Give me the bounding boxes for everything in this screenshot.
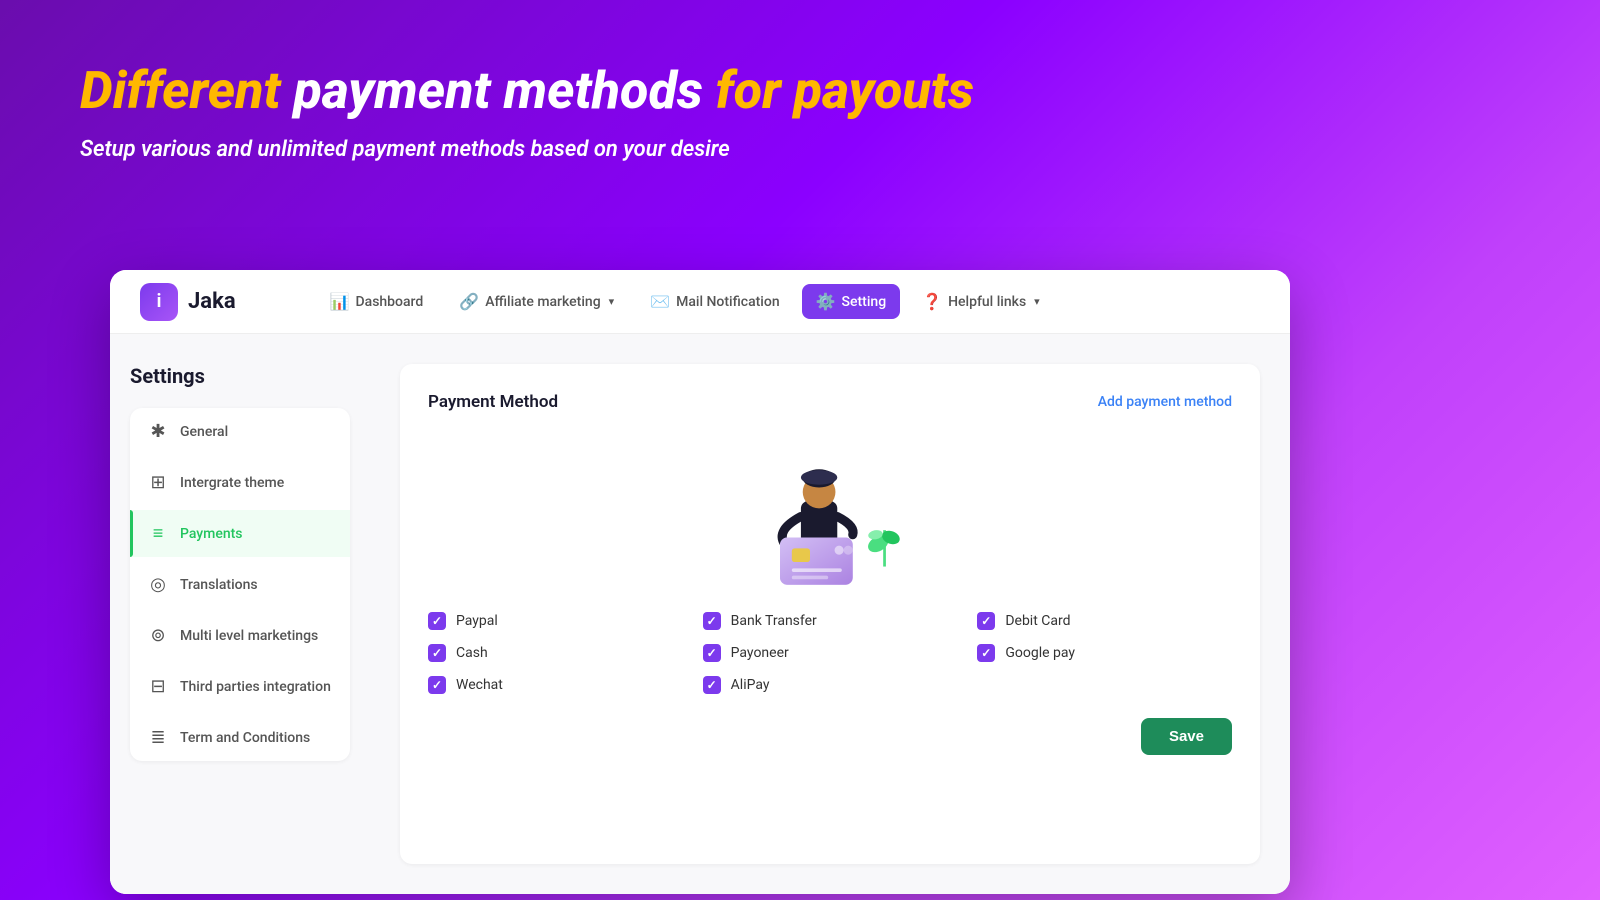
nav-label-helpful: Helpful links — [948, 294, 1026, 310]
checkbox-paypal[interactable] — [428, 612, 446, 630]
logo-icon: i — [140, 283, 178, 321]
sidebar-item-general[interactable]: ✱ General — [130, 408, 350, 455]
payment-item-alipay[interactable]: AliPay — [703, 676, 958, 694]
content-area: Settings ✱ General ⊞ Intergrate theme ≡ … — [110, 334, 1290, 894]
panel-title: Payment Method — [428, 392, 558, 412]
checkbox-googlepay[interactable] — [977, 644, 995, 662]
panel-card: Payment Method Add payment method — [400, 364, 1260, 864]
nav-item-affiliate[interactable]: 🔗 Affiliate marketing ▾ — [445, 284, 628, 319]
hero-subtitle: Setup various and unlimited payment meth… — [80, 137, 1520, 162]
hero-section: Different payment methods for payouts Se… — [0, 0, 1600, 192]
label-alipay: AliPay — [731, 677, 770, 693]
payments-icon: ≡ — [148, 523, 168, 544]
mail-icon: ✉️ — [650, 292, 670, 311]
sidebar-item-translations[interactable]: ◎ Translations — [130, 561, 350, 608]
hero-title-main: payment methods — [294, 60, 716, 121]
nav-item-helpful[interactable]: ❓ Helpful links ▾ — [908, 284, 1054, 319]
sidebar-label-translations: Translations — [180, 577, 258, 593]
main-panel: Payment Method Add payment method — [370, 334, 1290, 894]
label-googlepay: Google pay — [1005, 645, 1075, 661]
sidebar-label-integrate: Intergrate theme — [180, 475, 284, 491]
nav-label-mail: Mail Notification — [676, 294, 780, 310]
sidebar-item-terms[interactable]: ≣ Term and Conditions — [130, 714, 350, 761]
payment-methods-grid: Paypal Bank Transfer Debit Card Cash — [428, 612, 1232, 694]
logo-text: Jaka — [188, 289, 236, 314]
save-btn-area: Save — [428, 718, 1232, 755]
nav-label-dashboard: Dashboard — [356, 294, 424, 310]
label-bank: Bank Transfer — [731, 613, 817, 629]
checkbox-debit[interactable] — [977, 612, 995, 630]
label-debit: Debit Card — [1005, 613, 1070, 629]
sidebar-label-general: General — [180, 424, 228, 440]
label-paypal: Paypal — [456, 613, 498, 629]
app-window: i Jaka 📊 Dashboard 🔗 Affiliate marketing… — [110, 270, 1290, 894]
add-payment-link[interactable]: Add payment method — [1098, 394, 1232, 410]
logo-area: i Jaka — [140, 283, 236, 321]
payment-item-googlepay[interactable]: Google pay — [977, 644, 1232, 662]
helpful-icon: ❓ — [922, 292, 942, 311]
affiliate-icon: 🔗 — [459, 292, 479, 311]
hero-title-payouts: for payouts — [716, 60, 974, 121]
payment-item-wechat[interactable]: Wechat — [428, 676, 683, 694]
sidebar-label-payments: Payments — [180, 526, 243, 542]
nav-item-mail[interactable]: ✉️ Mail Notification — [636, 284, 793, 319]
payment-item-paypal[interactable]: Paypal — [428, 612, 683, 630]
nav-items: 📊 Dashboard 🔗 Affiliate marketing ▾ ✉️ M… — [316, 284, 1260, 319]
dashboard-icon: 📊 — [330, 292, 350, 311]
payment-item-debit[interactable]: Debit Card — [977, 612, 1232, 630]
panel-header: Payment Method Add payment method — [428, 392, 1232, 412]
payment-item-cash[interactable]: Cash — [428, 644, 683, 662]
sidebar-item-integrate[interactable]: ⊞ Intergrate theme — [130, 459, 350, 506]
nav-item-setting[interactable]: ⚙️ Setting — [802, 284, 901, 319]
checkbox-payoneer[interactable] — [703, 644, 721, 662]
third-icon: ⊟ — [148, 676, 168, 697]
payment-illustration — [730, 437, 930, 587]
general-icon: ✱ — [148, 421, 168, 442]
sidebar-label-multilevel: Multi level marketings — [180, 628, 318, 644]
sidebar-menu: ✱ General ⊞ Intergrate theme ≡ Payments … — [130, 408, 350, 761]
sidebar-label-third: Third parties integration — [180, 679, 331, 695]
sidebar-title: Settings — [130, 364, 350, 388]
sidebar: Settings ✱ General ⊞ Intergrate theme ≡ … — [110, 334, 370, 894]
payment-item-bank[interactable]: Bank Transfer — [703, 612, 958, 630]
save-button[interactable]: Save — [1141, 718, 1232, 755]
checkbox-bank[interactable] — [703, 612, 721, 630]
terms-icon: ≣ — [148, 727, 168, 748]
illustration-area — [428, 432, 1232, 592]
hero-title-different: Different — [80, 60, 281, 121]
label-wechat: Wechat — [456, 677, 503, 693]
integrate-icon: ⊞ — [148, 472, 168, 493]
checkbox-cash[interactable] — [428, 644, 446, 662]
nav-label-setting: Setting — [842, 294, 887, 310]
nav-item-dashboard[interactable]: 📊 Dashboard — [316, 284, 438, 319]
setting-icon: ⚙️ — [816, 292, 836, 311]
chevron-down-icon-2: ▾ — [1034, 295, 1040, 308]
sidebar-item-payments[interactable]: ≡ Payments — [130, 510, 350, 557]
translations-icon: ◎ — [148, 574, 168, 595]
label-cash: Cash — [456, 645, 488, 661]
top-nav: i Jaka 📊 Dashboard 🔗 Affiliate marketing… — [110, 270, 1290, 334]
multilevel-icon: ⊚ — [148, 625, 168, 646]
chevron-down-icon: ▾ — [609, 295, 615, 308]
nav-label-affiliate: Affiliate marketing — [485, 294, 600, 310]
hero-title: Different payment methods for payouts — [80, 60, 1520, 121]
payment-item-payoneer[interactable]: Payoneer — [703, 644, 958, 662]
sidebar-item-third[interactable]: ⊟ Third parties integration — [130, 663, 350, 710]
sidebar-item-multilevel[interactable]: ⊚ Multi level marketings — [130, 612, 350, 659]
checkbox-alipay[interactable] — [703, 676, 721, 694]
sidebar-label-terms: Term and Conditions — [180, 730, 310, 746]
checkbox-wechat[interactable] — [428, 676, 446, 694]
label-payoneer: Payoneer — [731, 645, 789, 661]
